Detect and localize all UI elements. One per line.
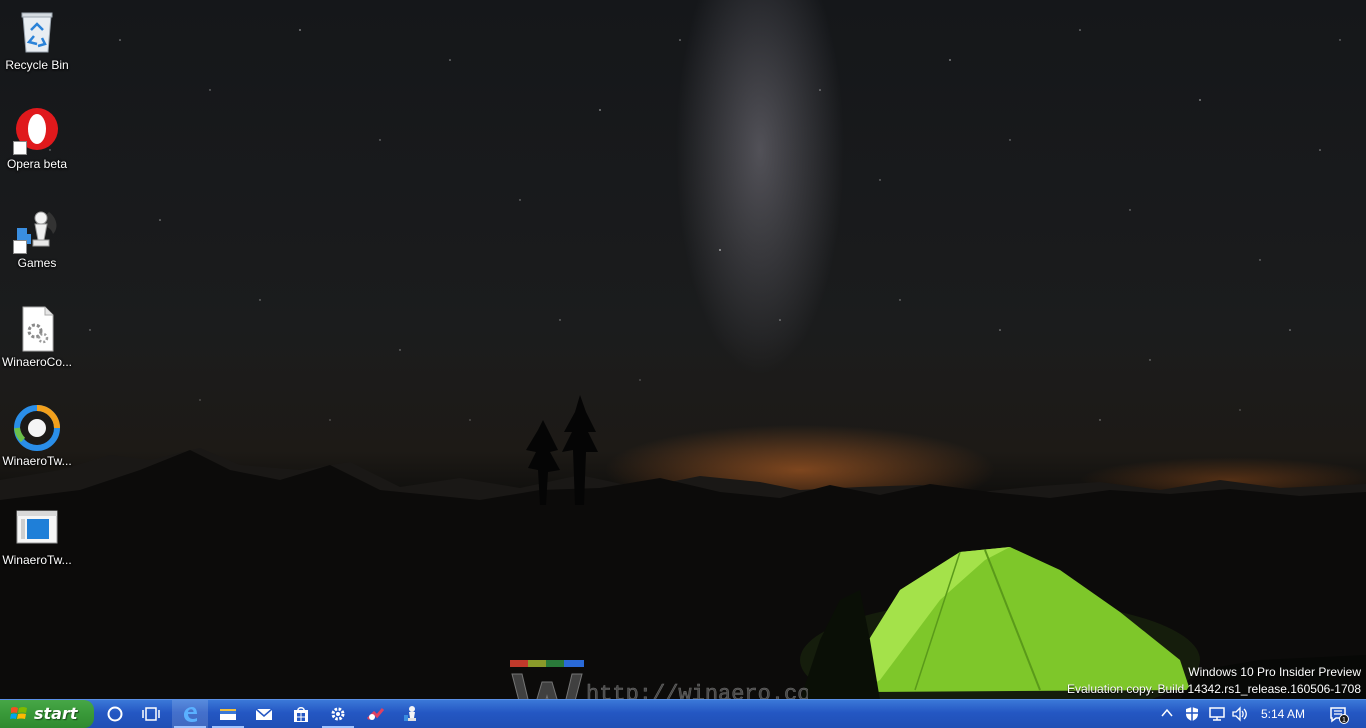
shortcut-arrow-icon	[13, 240, 27, 254]
games-button[interactable]	[393, 700, 429, 728]
start-button[interactable]: start	[0, 700, 94, 728]
chevron-up-icon	[1161, 708, 1173, 717]
tweaker-icon	[366, 708, 384, 721]
shortcut-arrow-icon	[13, 141, 27, 155]
desktop-icon-label: Games	[17, 256, 57, 270]
notification-icon: 1	[1330, 707, 1349, 724]
start-label: start	[34, 704, 78, 723]
opera-icon	[13, 107, 61, 155]
shield-icon	[1186, 707, 1198, 721]
task-view-icon	[142, 707, 160, 721]
notification-count: 1	[1342, 717, 1346, 724]
wallpaper	[0, 29, 1366, 700]
cortana-search-button[interactable]	[97, 700, 133, 728]
windows-flag-icon	[10, 707, 27, 719]
defender-tray-button[interactable]	[1182, 700, 1202, 728]
speaker-icon	[1232, 706, 1247, 722]
winaero-tweaker-icon	[13, 404, 61, 452]
network-icon	[1209, 707, 1225, 721]
window-app-icon	[13, 503, 61, 551]
store-button[interactable]	[283, 700, 319, 728]
volume-tray-button[interactable]	[1230, 700, 1250, 728]
desktop: Recycle Bin Opera beta Games WinaeroCo..…	[0, 0, 1366, 728]
recycle-bin-icon	[13, 8, 61, 56]
desktop-icon-label: WinaeroCo...	[1, 355, 73, 369]
desktop-icon-opera-beta[interactable]: Opera beta	[0, 107, 74, 171]
desktop-icon-label: Opera beta	[6, 157, 68, 171]
desktop-icon-label: Recycle Bin	[5, 58, 69, 72]
desktop-icon-winaero-tweaker-2[interactable]: WinaeroTw...	[0, 503, 74, 567]
watermark-build: Evaluation copy. Build 14342.rs1_release…	[1067, 682, 1361, 696]
settings-button[interactable]	[320, 700, 356, 728]
store-icon	[294, 707, 308, 722]
edge-button[interactable]	[172, 700, 208, 728]
chess-icon	[404, 706, 416, 721]
desktop-icon-recycle-bin[interactable]: Recycle Bin	[0, 8, 74, 72]
folder-icon	[220, 709, 236, 720]
games-icon	[13, 206, 61, 254]
desktop-icon-winaero-tweaker[interactable]: WinaeroTw...	[0, 404, 74, 468]
desktop-icon-label: WinaeroTw...	[2, 553, 72, 567]
edge-icon	[184, 707, 197, 722]
task-view-button[interactable]	[133, 700, 169, 728]
watermark-edition: Windows 10 Pro Insider Preview	[1188, 665, 1361, 679]
desktop-icon-label: WinaeroTw...	[2, 454, 72, 468]
action-center-button[interactable]: 1	[1326, 700, 1352, 728]
gear-icon	[331, 707, 345, 721]
tweaker-button[interactable]	[357, 700, 393, 728]
mail-icon	[255, 708, 273, 720]
circle-icon	[107, 706, 123, 722]
windows-watermark: Windows 10 Pro Insider Preview Evaluatio…	[1067, 664, 1361, 698]
desktop-icon-winaero-config[interactable]: WinaeroCo...	[0, 305, 74, 369]
clock[interactable]: 5:14 AM	[1254, 700, 1312, 728]
show-hidden-icons-button[interactable]	[1158, 700, 1176, 728]
network-tray-button[interactable]	[1206, 700, 1228, 728]
config-file-icon	[13, 305, 61, 353]
file-explorer-button[interactable]	[210, 700, 246, 728]
taskbar: start 5:14 AM 1	[0, 699, 1366, 728]
desktop-icon-games[interactable]: Games	[0, 206, 74, 270]
mail-button[interactable]	[246, 700, 282, 728]
